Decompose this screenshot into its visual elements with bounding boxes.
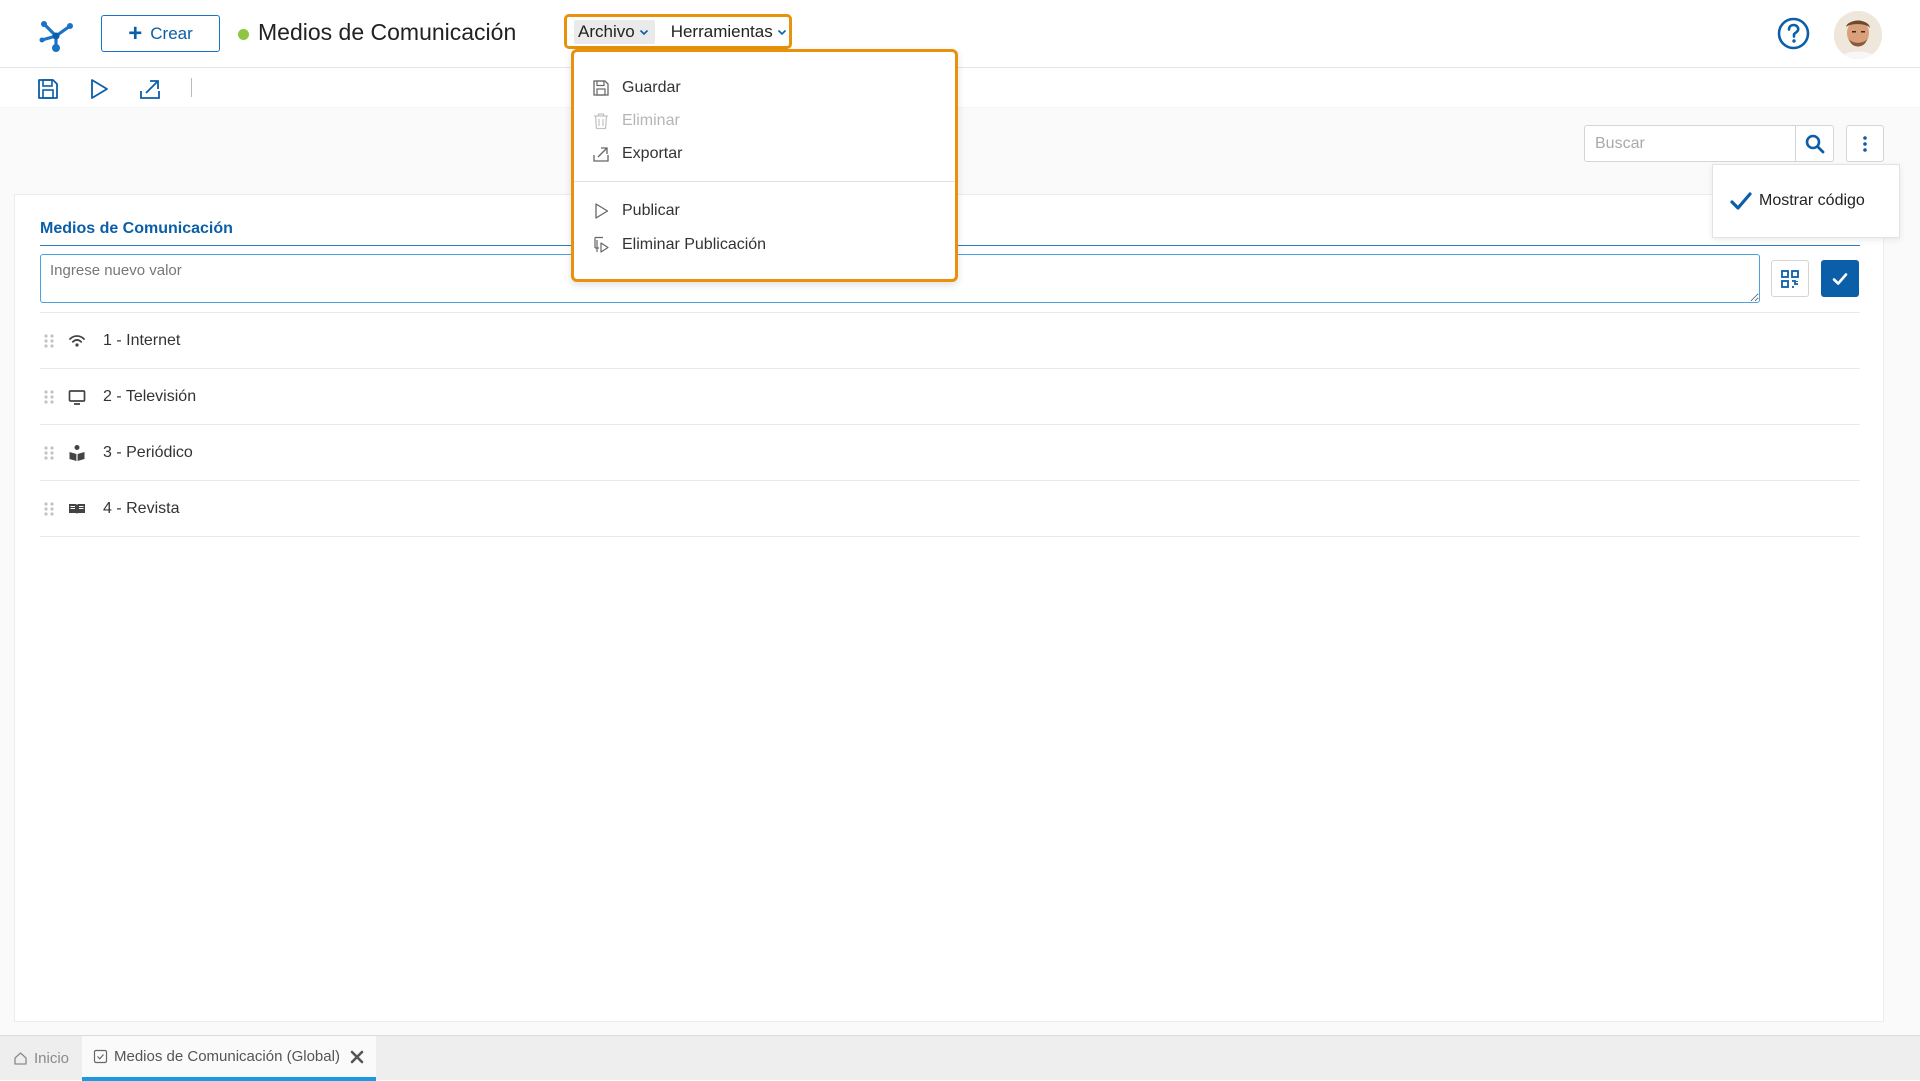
checkmark-icon — [1730, 192, 1752, 210]
checkmark-icon — [1832, 272, 1848, 285]
kebab-icon — [1863, 135, 1867, 152]
save-icon[interactable] — [36, 77, 60, 101]
close-icon[interactable] — [350, 1050, 364, 1064]
open-book-icon — [69, 503, 85, 514]
menu-item-eliminar: Eliminar — [592, 108, 680, 134]
list-item-label: 4 - Revista — [103, 499, 180, 517]
menu-divider — [574, 181, 955, 182]
menu-item-exportar[interactable]: Exportar — [592, 141, 682, 167]
page-title: Medios de Comunicación — [258, 19, 517, 45]
user-avatar[interactable] — [1834, 11, 1882, 59]
publish-icon[interactable] — [87, 77, 111, 101]
menu-herramientas[interactable]: Herramientas — [671, 22, 787, 42]
menu-herramientas-label: Herramientas — [670, 21, 773, 41]
save-icon — [593, 80, 609, 96]
archivo-dropdown-menu: Guardar Eliminar Exportar Publicar Elimi… — [571, 49, 958, 282]
bottom-tab-bar: Inicio Medios de Comunicación (Global) — [0, 1035, 1920, 1081]
app-logo-icon[interactable] — [36, 14, 76, 54]
drag-handle-icon[interactable] — [42, 333, 56, 349]
menu-item-publicar[interactable]: Publicar — [592, 198, 680, 224]
code-options-button[interactable] — [1771, 260, 1809, 297]
chevron-down-icon — [639, 29, 648, 35]
list-item-label: 2 - Televisión — [103, 387, 197, 405]
menu-item-guardar[interactable]: Guardar — [592, 75, 681, 101]
home-icon — [14, 1052, 27, 1065]
search-input[interactable] — [1585, 126, 1795, 161]
list-item[interactable]: 1 - Internet — [40, 313, 1860, 369]
tab-inicio[interactable]: Inicio — [13, 1036, 69, 1081]
menu-item-label: Exportar — [622, 145, 683, 162]
search-button[interactable] — [1795, 126, 1833, 161]
app-header: + Crear Medios de Comunicación Archivo H… — [0, 0, 1920, 68]
export-icon[interactable] — [138, 77, 162, 101]
unpublish-icon — [594, 236, 609, 253]
menu-item-label: Publicar — [622, 202, 680, 219]
publish-icon — [595, 203, 609, 219]
menu-item-label: Eliminar — [622, 112, 680, 129]
list-check-icon — [93, 1049, 108, 1064]
list-item[interactable]: 3 - Periódico — [40, 425, 1860, 481]
tv-icon — [68, 389, 86, 405]
drag-handle-icon[interactable] — [42, 445, 56, 461]
tab-label: Medios de Comunicación (Global) — [114, 1048, 340, 1065]
values-card: Medios de Comunicación 1 - Internet — [14, 194, 1884, 1022]
list-item[interactable]: 2 - Televisión — [40, 369, 1860, 425]
tab-medios-global[interactable]: Medios de Comunicación (Global) — [82, 1036, 376, 1081]
show-code-option[interactable]: Mostrar código — [1712, 164, 1900, 238]
status-indicator — [238, 29, 249, 40]
section-title: Medios de Comunicación — [40, 220, 233, 237]
tab-label: Inicio — [34, 1050, 70, 1067]
user-photo-icon — [1834, 11, 1882, 59]
toolbar — [0, 69, 1920, 107]
more-options-button[interactable] — [1846, 125, 1884, 162]
show-code-label: Mostrar código — [1759, 192, 1865, 209]
trash-icon — [594, 113, 608, 130]
qr-code-icon — [1781, 269, 1799, 288]
confirm-add-button[interactable] — [1821, 260, 1859, 297]
drag-handle-icon[interactable] — [42, 501, 56, 517]
menu-item-label: Eliminar Publicación — [622, 236, 767, 253]
wifi-icon — [69, 334, 85, 347]
search-box — [1584, 125, 1834, 162]
newspaper-reader-icon — [69, 444, 85, 461]
main-menu-bar: Archivo Herramientas — [564, 14, 792, 49]
help-icon[interactable] — [1777, 17, 1810, 50]
create-button[interactable]: + Crear — [101, 15, 220, 52]
list-item-label: 3 - Periódico — [103, 443, 193, 461]
menu-item-label: Guardar — [622, 79, 681, 96]
export-icon — [593, 147, 609, 162]
create-button-label: Crear — [150, 23, 193, 43]
drag-handle-icon[interactable] — [42, 389, 56, 405]
menu-archivo-label: Archivo — [578, 21, 635, 41]
search-icon — [1805, 134, 1824, 153]
menu-archivo[interactable]: Archivo — [574, 19, 655, 44]
list-item[interactable]: 4 - Revista — [40, 481, 1860, 537]
menu-item-eliminar-publicacion[interactable]: Eliminar Publicación — [592, 232, 766, 258]
toolbar-separator — [191, 78, 192, 97]
chevron-down-icon — [777, 29, 786, 35]
list-item-label: 1 - Internet — [103, 331, 181, 349]
plus-icon: + — [128, 19, 143, 47]
